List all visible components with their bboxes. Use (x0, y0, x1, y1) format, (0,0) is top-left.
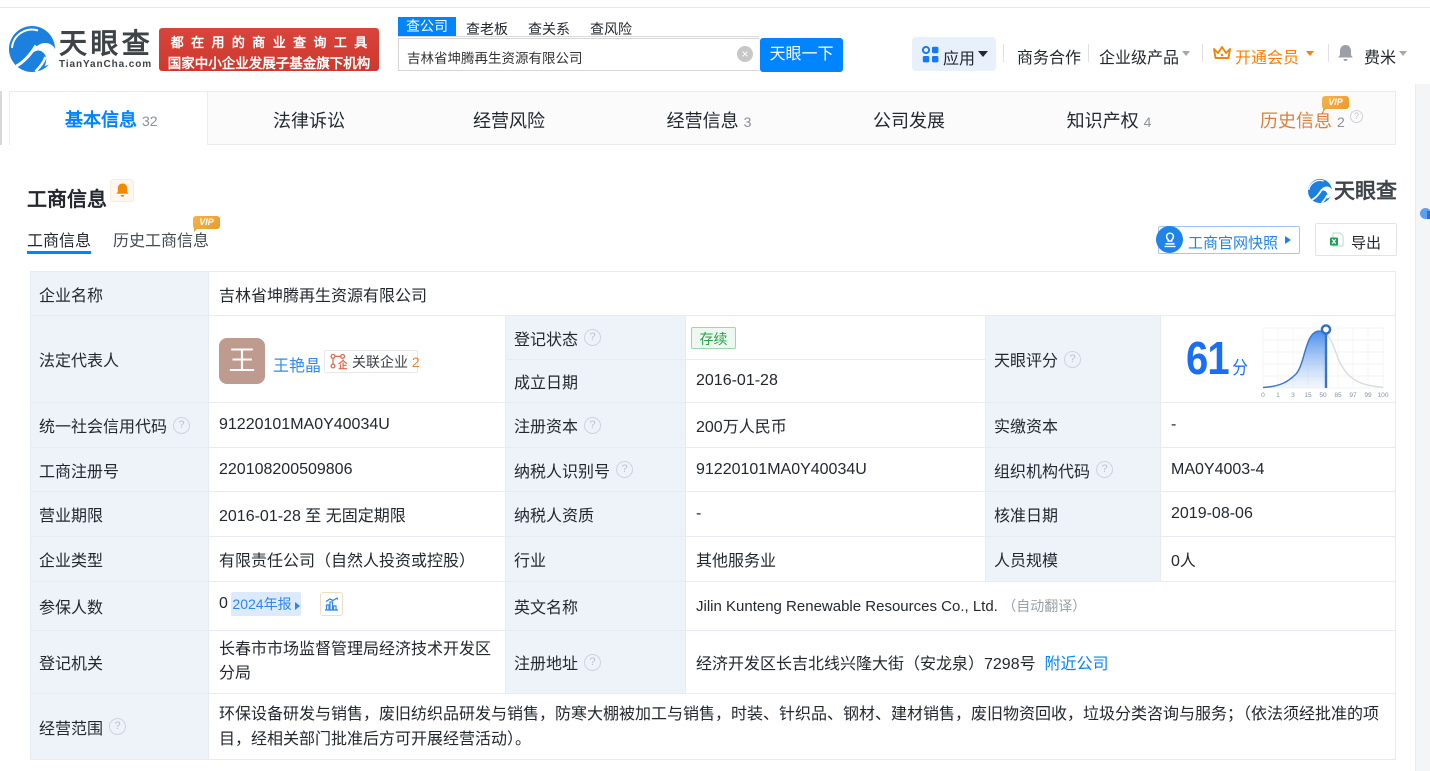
svg-text:1: 1 (1276, 392, 1280, 399)
svg-text:50: 50 (1319, 392, 1327, 399)
svg-text:99: 99 (1364, 392, 1372, 399)
svg-text:0: 0 (1261, 392, 1265, 399)
svg-text:85: 85 (1334, 392, 1342, 399)
svg-text:15: 15 (1304, 392, 1312, 399)
svg-text:97: 97 (1349, 392, 1357, 399)
svg-text:100: 100 (1377, 392, 1388, 399)
svg-text:3: 3 (1291, 392, 1295, 399)
svg-text:企: 企 (337, 359, 347, 371)
